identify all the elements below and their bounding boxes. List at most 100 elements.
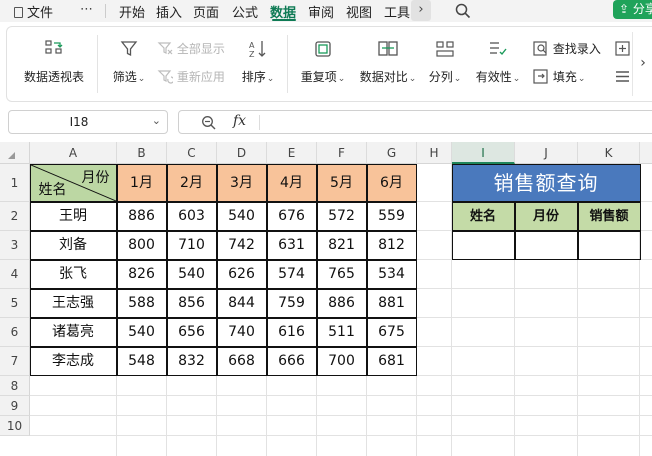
column-header-b[interactable]: B xyxy=(117,142,167,164)
tab-view[interactable]: 视图 xyxy=(346,2,372,21)
fx-icon[interactable]: fx xyxy=(233,113,246,129)
fill-button[interactable]: 填充⌄ xyxy=(533,68,585,85)
name-cell[interactable]: 李志成 xyxy=(29,346,117,376)
value-cell[interactable]: 800 xyxy=(116,230,167,260)
lookup-input-cell[interactable] xyxy=(577,230,641,260)
value-cell[interactable]: 675 xyxy=(366,317,417,347)
column-header-h[interactable]: H xyxy=(417,142,452,164)
validity-button[interactable]: 有效性⌄ xyxy=(473,39,523,85)
value-cell[interactable]: 759 xyxy=(266,288,317,318)
value-cell[interactable]: 856 xyxy=(166,288,217,318)
value-cell[interactable]: 826 xyxy=(116,259,167,289)
value-cell[interactable]: 616 xyxy=(266,317,317,347)
ribbon-scroll-right-button[interactable]: › xyxy=(632,32,652,96)
column-header-g[interactable]: G xyxy=(367,142,417,164)
column-header-i[interactable]: I xyxy=(452,142,515,164)
value-cell[interactable]: 511 xyxy=(316,317,367,347)
row-header-9[interactable]: 9 xyxy=(0,396,30,416)
column-header-k[interactable]: K xyxy=(578,142,640,164)
value-cell[interactable]: 559 xyxy=(366,201,417,231)
value-cell[interactable]: 881 xyxy=(366,288,417,318)
column-header-d[interactable]: D xyxy=(217,142,267,164)
value-cell[interactable]: 765 xyxy=(316,259,367,289)
name-cell[interactable]: 王明 xyxy=(29,201,117,231)
show-all-button[interactable]: 全部显示 xyxy=(157,40,225,57)
row-header-5[interactable]: 5 xyxy=(0,289,30,318)
filter-button[interactable]: 筛选⌄ xyxy=(111,39,147,85)
lookup-title-cell[interactable]: 销售额查询 xyxy=(451,163,641,202)
month-header-cell[interactable]: 6月 xyxy=(366,163,417,202)
lookup-entry-button[interactable]: 查找录入 xyxy=(533,40,601,57)
value-cell[interactable]: 676 xyxy=(266,201,317,231)
value-cell[interactable]: 540 xyxy=(166,259,217,289)
tabs-scroll-right-button[interactable]: › xyxy=(411,0,431,21)
value-cell[interactable]: 626 xyxy=(216,259,267,289)
value-cell[interactable]: 740 xyxy=(216,317,267,347)
file-menu[interactable]: 文件 xyxy=(14,2,53,21)
value-cell[interactable]: 700 xyxy=(316,346,367,376)
value-cell[interactable]: 603 xyxy=(166,201,217,231)
column-header-j[interactable]: J xyxy=(515,142,578,164)
value-cell[interactable]: 656 xyxy=(166,317,217,347)
month-header-cell[interactable]: 5月 xyxy=(316,163,367,202)
list-icon[interactable] xyxy=(615,69,631,84)
pivot-table-button[interactable]: 数据透视表 xyxy=(23,39,85,85)
lookup-header-cell[interactable]: 销售额 xyxy=(577,201,641,231)
value-cell[interactable]: 574 xyxy=(266,259,317,289)
column-header-c[interactable]: C xyxy=(167,142,217,164)
row-header-3[interactable]: 3 xyxy=(0,231,30,260)
value-cell[interactable]: 886 xyxy=(316,288,367,318)
tab-insert[interactable]: 插入 xyxy=(156,2,182,21)
value-cell[interactable]: 886 xyxy=(116,201,167,231)
tab-tools[interactable]: 工具 xyxy=(384,2,410,21)
duplicates-button[interactable]: 重复项⌄ xyxy=(299,39,347,85)
name-cell[interactable]: 王志强 xyxy=(29,288,117,318)
value-cell[interactable]: 832 xyxy=(166,346,217,376)
more-menu[interactable]: ⋯ xyxy=(80,2,94,17)
value-cell[interactable]: 666 xyxy=(266,346,317,376)
data-compare-button[interactable]: 数据对比⌄ xyxy=(357,39,419,85)
tab-review[interactable]: 审阅 xyxy=(308,2,334,21)
value-cell[interactable]: 844 xyxy=(216,288,267,318)
row-header-6[interactable]: 6 xyxy=(0,318,30,347)
value-cell[interactable]: 540 xyxy=(116,317,167,347)
name-cell[interactable]: 刘备 xyxy=(29,230,117,260)
column-header-f[interactable]: F xyxy=(317,142,367,164)
value-cell[interactable]: 812 xyxy=(366,230,417,260)
row-header-2[interactable]: 2 xyxy=(0,202,30,231)
value-cell[interactable]: 572 xyxy=(316,201,367,231)
spreadsheet-grid[interactable]: A B C D E F G H I J K 1 2 3 4 5 6 7 8 9 10 月份 姓名 1月 2月 3月 4月 5月 6月 王明… xyxy=(0,140,652,456)
row-header-1[interactable]: 1 xyxy=(0,164,30,202)
lookup-input-cell[interactable] xyxy=(451,230,515,260)
row-header-4[interactable]: 4 xyxy=(0,260,30,289)
name-cell[interactable]: 张飞 xyxy=(29,259,117,289)
month-header-cell[interactable]: 1月 xyxy=(116,163,167,202)
tab-formulas[interactable]: 公式 xyxy=(232,2,258,21)
value-cell[interactable]: 548 xyxy=(116,346,167,376)
select-all-corner[interactable] xyxy=(0,142,30,164)
value-cell[interactable]: 742 xyxy=(216,230,267,260)
value-cell[interactable]: 540 xyxy=(216,201,267,231)
value-cell[interactable]: 821 xyxy=(316,230,367,260)
month-header-cell[interactable]: 2月 xyxy=(166,163,217,202)
row-header-7[interactable]: 7 xyxy=(0,347,30,376)
reapply-button[interactable]: 重新应用 xyxy=(157,68,225,85)
value-cell[interactable]: 681 xyxy=(366,346,417,376)
value-cell[interactable]: 534 xyxy=(366,259,417,289)
insert-table-icon[interactable] xyxy=(615,41,631,56)
value-cell[interactable]: 710 xyxy=(166,230,217,260)
row-header-10[interactable]: 10 xyxy=(0,416,30,436)
tab-page[interactable]: 页面 xyxy=(193,2,219,21)
sort-button[interactable]: A Z 排序⌄ xyxy=(240,39,276,85)
lookup-input-cell[interactable] xyxy=(514,230,578,260)
name-box[interactable]: I18 ⌄ xyxy=(8,110,168,134)
month-header-cell[interactable]: 3月 xyxy=(216,163,267,202)
lookup-header-cell[interactable]: 姓名 xyxy=(451,201,515,231)
column-header-a[interactable]: A xyxy=(30,142,117,164)
split-column-button[interactable]: 分列⌄ xyxy=(427,39,463,85)
tab-home[interactable]: 开始 xyxy=(119,2,145,21)
formula-bar[interactable]: fx xyxy=(178,110,652,134)
value-cell[interactable]: 631 xyxy=(266,230,317,260)
column-header-e[interactable]: E xyxy=(267,142,317,164)
zoom-icon[interactable] xyxy=(201,115,216,130)
